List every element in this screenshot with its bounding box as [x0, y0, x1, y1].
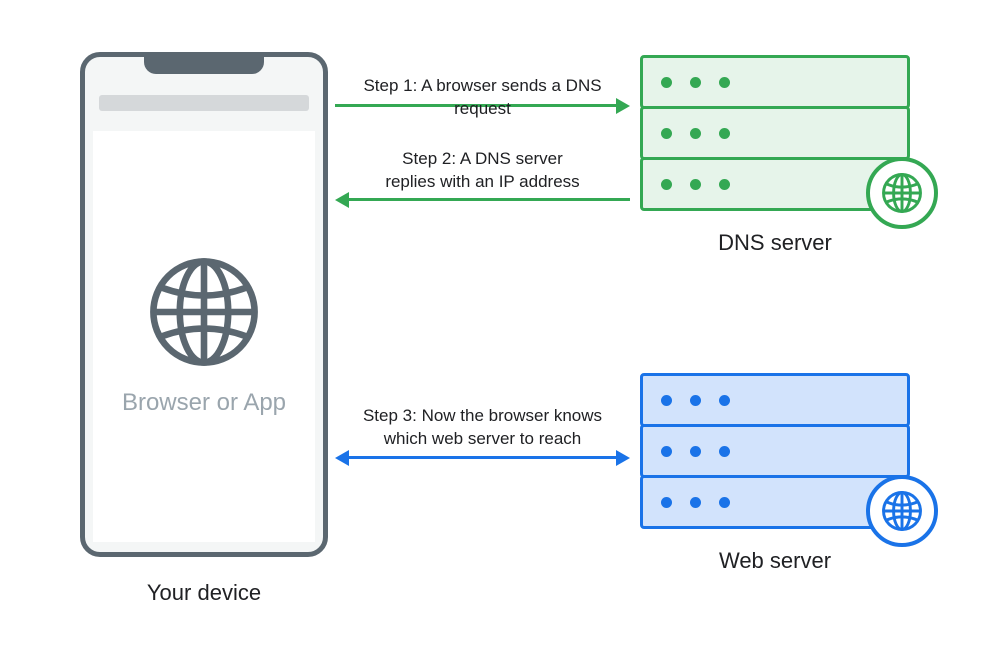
step-1-label: Step 1: A browser sends a DNS request: [335, 75, 630, 121]
led-dot: [661, 179, 672, 190]
server-globe-icon: [866, 475, 938, 547]
led-dot: [719, 179, 730, 190]
led-dot: [719, 77, 730, 88]
dns-flow-diagram: Browser or App Your device DNS server: [0, 0, 1000, 660]
phone-notch: [144, 52, 264, 74]
server-unit: [640, 373, 910, 427]
led-dot: [719, 128, 730, 139]
globe-icon: [149, 257, 259, 367]
globe-icon: [881, 172, 923, 214]
phone-screen: Browser or App: [93, 131, 315, 542]
device-caption: Your device: [80, 580, 328, 606]
server-unit: [640, 424, 910, 478]
device-phone: Browser or App: [80, 52, 328, 557]
phone-status-bar: [99, 95, 309, 111]
led-dot: [719, 497, 730, 508]
led-dot: [661, 395, 672, 406]
led-dot: [661, 77, 672, 88]
dns-server-stack: DNS server: [640, 55, 910, 256]
led-dot: [661, 497, 672, 508]
web-server-stack: Web server: [640, 373, 910, 574]
server-unit: [640, 106, 910, 160]
led-dot: [690, 497, 701, 508]
globe-icon: [881, 490, 923, 532]
step-3-label: Step 3: Now the browser knows which web …: [335, 405, 630, 451]
server-unit: [640, 55, 910, 109]
led-dot: [690, 77, 701, 88]
led-dot: [661, 128, 672, 139]
step-2-label: Step 2: A DNS server replies with an IP …: [335, 148, 630, 194]
server-globe-icon: [866, 157, 938, 229]
dns-server-caption: DNS server: [640, 230, 910, 256]
led-dot: [690, 179, 701, 190]
led-dot: [661, 446, 672, 457]
phone-app-label: Browser or App: [122, 389, 286, 417]
led-dot: [719, 446, 730, 457]
led-dot: [719, 395, 730, 406]
led-dot: [690, 446, 701, 457]
web-server-caption: Web server: [640, 548, 910, 574]
led-dot: [690, 395, 701, 406]
led-dot: [690, 128, 701, 139]
